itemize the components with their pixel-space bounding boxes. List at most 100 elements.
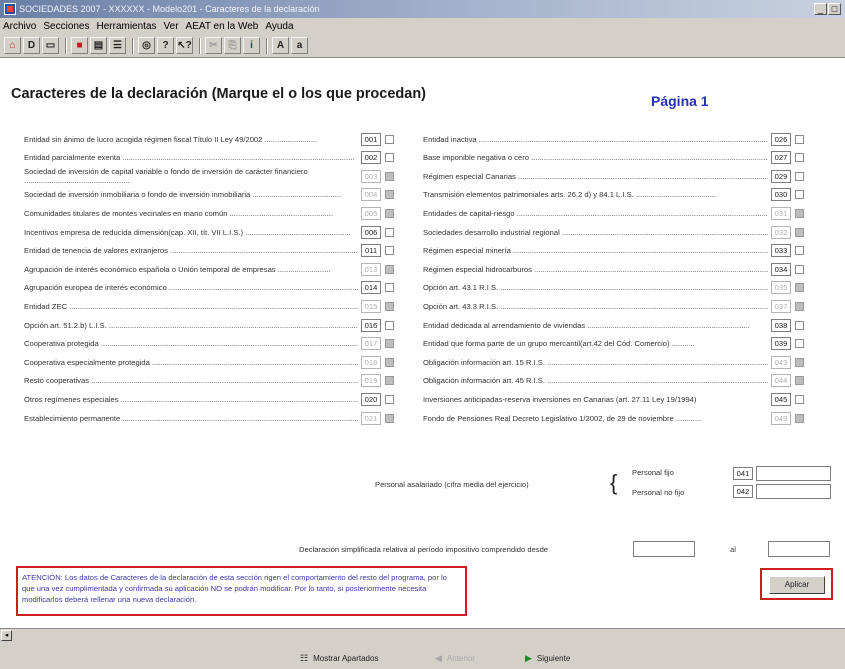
toolbar: ⌂ D ▭ ■ ▤ ☰ ◎? ↖? ✂ ⎘ i Aa <box>0 34 845 58</box>
option-label-006: Incentivos empresa de reducida dimensión… <box>24 227 351 237</box>
option-checkbox-015 <box>385 301 394 311</box>
option-checkbox-045[interactable] <box>795 394 804 404</box>
option-checkbox-016[interactable] <box>385 320 394 330</box>
window-title: SOCIEDADES 2007 - XXXXXX - Modelo201 - C… <box>19 4 320 14</box>
mostrar-apartados-label: Mostrar Apartados <box>313 654 379 663</box>
option-label-033: Régimen especial minería ...............… <box>423 246 768 256</box>
refresh-icon[interactable]: ◎ <box>138 37 155 54</box>
option-checkbox-026[interactable] <box>795 134 804 144</box>
home-icon[interactable]: ⌂ <box>4 37 21 54</box>
option-code-026: 026 <box>771 132 791 146</box>
anterior-button[interactable]: ◀ Anterior <box>435 653 475 664</box>
option-label-031: Entidades de capital-riesgo ............… <box>423 208 768 218</box>
option-row-004: Sociedad de inversión inmobiliaria o fon… <box>24 188 394 202</box>
option-checkbox-020[interactable] <box>385 394 394 404</box>
option-checkbox-038[interactable] <box>795 320 804 330</box>
option-code-035: 035 <box>771 281 791 295</box>
option-label-005: Comunidades titulares de montes vecinale… <box>24 208 333 218</box>
arrow-left-icon: ◀ <box>435 653 442 663</box>
menu-item-5[interactable]: Ayuda <box>265 21 293 32</box>
option-checkbox-014[interactable] <box>385 283 394 293</box>
toolbar-separator <box>199 37 201 54</box>
apply-button[interactable]: Aplicar <box>769 576 825 594</box>
option-row-018: Cooperativa especialmente protegida ....… <box>24 355 394 369</box>
copy-icon[interactable]: ⎘ <box>224 37 241 54</box>
option-label-018: Cooperativa especialmente protegida ....… <box>24 357 358 367</box>
personal-fijo-input[interactable] <box>756 466 831 481</box>
option-checkbox-039[interactable] <box>795 339 804 349</box>
app-logo-icon <box>4 3 16 15</box>
menu-item-1[interactable]: Secciones <box>43 21 89 32</box>
option-row-044: Obligación información art. 45 R.I.S. ..… <box>423 374 804 388</box>
option-label-027: Base imponible negativa o cero .........… <box>423 153 768 163</box>
info-icon[interactable]: i <box>243 37 260 54</box>
option-row-035: Opción art. 43.1 R.I.S. ................… <box>423 281 804 295</box>
option-label-026: Entidad inactiva .......................… <box>423 134 768 144</box>
option-checkbox-035 <box>795 283 804 293</box>
small-font-icon[interactable]: a <box>291 37 308 54</box>
personal-no-fijo-label: Personal no fijo <box>632 488 685 497</box>
option-code-045: 045 <box>771 392 791 406</box>
menu-item-4[interactable]: AEAT en la Web <box>186 21 259 32</box>
option-row-006: Incentivos empresa de reducida dimensión… <box>24 225 394 239</box>
option-row-013: Agrupación de interés económico española… <box>24 262 394 276</box>
option-checkbox-011[interactable] <box>385 246 394 256</box>
print-icon[interactable]: ▤ <box>90 37 107 54</box>
option-checkbox-021 <box>385 413 394 423</box>
horizontal-scrollbar[interactable]: ◂ <box>0 628 845 641</box>
option-checkbox-030[interactable] <box>795 190 804 200</box>
option-code-013: 013 <box>361 262 381 276</box>
menu-item-3[interactable]: Ver <box>164 21 179 32</box>
option-code-004: 004 <box>361 188 381 202</box>
option-checkbox-029[interactable] <box>795 171 804 181</box>
cut-icon[interactable]: ✂ <box>205 37 222 54</box>
al-label: al <box>730 545 736 554</box>
option-label-004: Sociedad de inversión inmobiliaria o fon… <box>24 190 341 200</box>
option-row-011: Entidad de tenencia de valores extranjer… <box>24 244 394 258</box>
open-folder-icon[interactable]: ▭ <box>42 37 59 54</box>
option-checkbox-006[interactable] <box>385 227 394 237</box>
option-checkbox-027[interactable] <box>795 153 804 163</box>
option-row-031: Entidades de capital-riesgo ............… <box>423 206 804 220</box>
option-row-021: Establecimiento permanente .............… <box>24 411 394 425</box>
option-row-039: Entidad que forma parte de un grupo merc… <box>423 337 804 351</box>
option-checkbox-003 <box>385 171 394 181</box>
option-label-020: Otros regímenes especiales .............… <box>24 394 358 404</box>
list-icon[interactable]: ☰ <box>109 37 126 54</box>
restore-button[interactable]: □ <box>828 3 841 15</box>
minimize-button[interactable]: _ <box>814 3 827 15</box>
option-row-005: Comunidades titulares de montes vecinale… <box>24 206 394 220</box>
option-checkbox-033[interactable] <box>795 246 804 256</box>
save-icon[interactable]: ■ <box>71 37 88 54</box>
option-row-001: Entidad sin ánimo de lucro acogida régim… <box>24 132 394 146</box>
option-checkbox-034[interactable] <box>795 264 804 274</box>
option-code-032: 032 <box>771 225 791 239</box>
mostrar-apartados-button[interactable]: ☷ Mostrar Apartados <box>300 653 378 664</box>
siguiente-button[interactable]: ▶ Siguiente <box>525 653 570 664</box>
option-checkbox-004 <box>385 190 394 200</box>
font-size-icon[interactable]: A <box>272 37 289 54</box>
option-row-027: Base imponible negativa o cero .........… <box>423 151 804 165</box>
option-row-026: Entidad inactiva .......................… <box>423 132 804 146</box>
help-icon[interactable]: ? <box>157 37 174 54</box>
option-row-019: Resto cooperativas .....................… <box>24 374 394 388</box>
fecha-hasta-input[interactable] <box>768 541 830 557</box>
title-bar: SOCIEDADES 2007 - XXXXXX - Modelo201 - C… <box>0 0 845 18</box>
option-checkbox-032 <box>795 227 804 237</box>
personal-no-fijo-input[interactable] <box>756 484 831 499</box>
option-label-011: Entidad de tenencia de valores extranjer… <box>24 246 358 256</box>
option-checkbox-017 <box>385 339 394 349</box>
menu-item-0[interactable]: Archivo <box>3 21 36 32</box>
option-code-021: 021 <box>361 411 381 425</box>
option-checkbox-001[interactable] <box>385 134 394 144</box>
scroll-left-icon[interactable]: ◂ <box>1 630 12 641</box>
option-row-045: Inversiones anticipadas-reserva inversio… <box>423 392 804 406</box>
option-checkbox-002[interactable] <box>385 153 394 163</box>
menu-item-2[interactable]: Herramientas <box>97 21 157 32</box>
option-label-035: Opción art. 43.1 R.I.S. ................… <box>423 283 768 293</box>
option-row-014: Agrupación europea de interés económico … <box>24 281 394 295</box>
context-help-icon[interactable]: ↖? <box>176 37 193 54</box>
new-document-icon[interactable]: D <box>23 37 40 54</box>
fecha-desde-input[interactable] <box>633 541 695 557</box>
option-checkbox-018 <box>385 357 394 367</box>
